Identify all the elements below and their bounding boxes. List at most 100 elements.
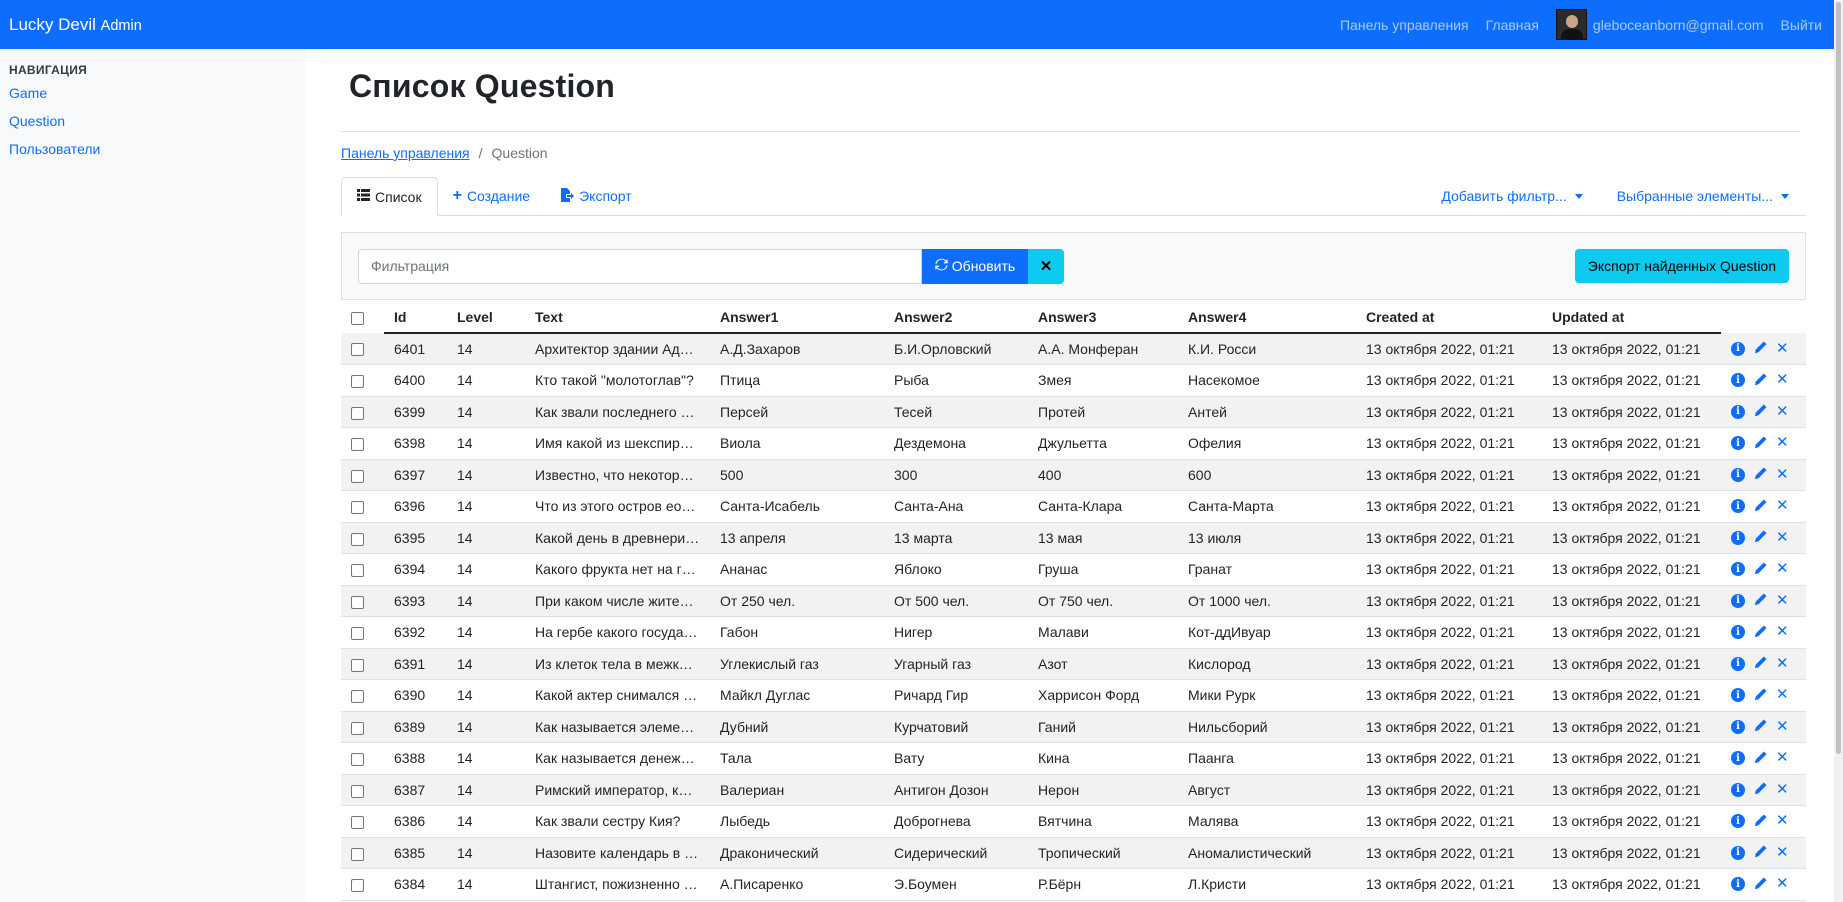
tab-list[interactable]: Список bbox=[341, 177, 438, 216]
nav-link-dashboard[interactable]: Панель управления bbox=[1340, 17, 1469, 33]
info-circle-icon[interactable]: i bbox=[1731, 341, 1745, 356]
info-circle-icon[interactable]: i bbox=[1731, 656, 1745, 671]
row-checkbox[interactable] bbox=[351, 690, 364, 704]
row-checkbox[interactable] bbox=[351, 406, 364, 420]
brand-logo[interactable]: Lucky Devil Admin bbox=[9, 15, 142, 35]
pencil-icon[interactable] bbox=[1754, 656, 1767, 671]
info-circle-icon[interactable]: i bbox=[1731, 751, 1745, 766]
close-icon[interactable]: ✕ bbox=[1776, 813, 1789, 828]
pencil-icon[interactable] bbox=[1754, 341, 1767, 356]
avatar[interactable] bbox=[1555, 9, 1587, 40]
close-icon[interactable]: ✕ bbox=[1776, 404, 1789, 419]
close-icon[interactable]: ✕ bbox=[1776, 593, 1789, 608]
row-checkbox[interactable] bbox=[351, 627, 364, 641]
info-circle-icon[interactable]: i bbox=[1731, 782, 1745, 797]
pencil-icon[interactable] bbox=[1754, 877, 1767, 892]
pencil-icon[interactable] bbox=[1754, 467, 1767, 482]
refresh-button[interactable]: Обновить bbox=[922, 248, 1028, 284]
pencil-icon[interactable] bbox=[1754, 562, 1767, 577]
export-found-button[interactable]: Экспорт найденных Question bbox=[1574, 249, 1789, 283]
close-icon[interactable]: ✕ bbox=[1776, 719, 1789, 734]
sidebar-item-users[interactable]: Пользователи bbox=[9, 141, 296, 157]
column-header-updated-at[interactable]: Updated at bbox=[1542, 301, 1721, 334]
pencil-icon[interactable] bbox=[1754, 688, 1767, 703]
info-circle-icon[interactable]: i bbox=[1731, 719, 1745, 734]
close-icon[interactable]: ✕ bbox=[1776, 498, 1789, 513]
row-checkbox[interactable] bbox=[351, 784, 364, 798]
row-checkbox[interactable] bbox=[351, 721, 364, 735]
close-icon[interactable]: ✕ bbox=[1776, 341, 1789, 356]
tab-export[interactable]: Экспорт bbox=[545, 177, 647, 215]
pencil-icon[interactable] bbox=[1754, 719, 1767, 734]
select-all-checkbox[interactable] bbox=[351, 311, 364, 325]
nav-link-logout[interactable]: Выйти bbox=[1781, 17, 1822, 33]
info-circle-icon[interactable]: i bbox=[1731, 530, 1745, 545]
info-circle-icon[interactable]: i bbox=[1731, 593, 1745, 608]
scrollbar-thumb[interactable] bbox=[1836, 2, 1841, 754]
row-checkbox[interactable] bbox=[351, 501, 364, 515]
pencil-icon[interactable] bbox=[1754, 530, 1767, 545]
pencil-icon[interactable] bbox=[1754, 593, 1767, 608]
close-icon[interactable]: ✕ bbox=[1776, 372, 1789, 387]
column-header-created-at[interactable]: Created at bbox=[1356, 301, 1542, 334]
close-icon[interactable]: ✕ bbox=[1776, 435, 1789, 450]
info-circle-icon[interactable]: i bbox=[1731, 467, 1745, 482]
row-checkbox[interactable] bbox=[351, 658, 364, 672]
pencil-icon[interactable] bbox=[1754, 373, 1767, 388]
add-filter-dropdown[interactable]: Добавить фильтр... bbox=[1424, 177, 1599, 215]
pencil-icon[interactable] bbox=[1754, 814, 1767, 829]
pencil-icon[interactable] bbox=[1754, 436, 1767, 451]
breadcrumb-dashboard-link[interactable]: Панель управления bbox=[341, 145, 470, 161]
column-header-id[interactable]: Id bbox=[384, 301, 447, 334]
info-circle-icon[interactable]: i bbox=[1731, 625, 1745, 640]
row-checkbox[interactable] bbox=[351, 532, 364, 546]
info-circle-icon[interactable]: i bbox=[1731, 814, 1745, 829]
info-circle-icon[interactable]: i bbox=[1731, 877, 1745, 892]
row-checkbox[interactable] bbox=[351, 595, 364, 609]
row-checkbox[interactable] bbox=[351, 564, 364, 578]
column-header-answer4[interactable]: Answer4 bbox=[1178, 301, 1356, 334]
close-icon[interactable]: ✕ bbox=[1776, 782, 1789, 797]
pencil-icon[interactable] bbox=[1754, 751, 1767, 766]
row-checkbox[interactable] bbox=[351, 847, 364, 861]
column-header-answer1[interactable]: Answer1 bbox=[710, 301, 884, 334]
column-header-level[interactable]: Level bbox=[447, 301, 525, 334]
nav-link-home[interactable]: Главная bbox=[1486, 17, 1539, 33]
info-circle-icon[interactable]: i bbox=[1731, 688, 1745, 703]
info-circle-icon[interactable]: i bbox=[1731, 373, 1745, 388]
close-icon[interactable]: ✕ bbox=[1776, 530, 1789, 545]
row-checkbox[interactable] bbox=[351, 879, 364, 893]
pencil-icon[interactable] bbox=[1754, 782, 1767, 797]
column-header-text[interactable]: Text bbox=[525, 301, 710, 334]
page-scrollbar[interactable] bbox=[1834, 0, 1843, 902]
selected-items-dropdown[interactable]: Выбранные элементы... bbox=[1600, 177, 1806, 215]
filter-input[interactable] bbox=[358, 248, 922, 284]
row-checkbox[interactable] bbox=[351, 375, 364, 389]
tab-create[interactable]: + Создание bbox=[438, 177, 546, 215]
info-circle-icon[interactable]: i bbox=[1731, 404, 1745, 419]
row-checkbox[interactable] bbox=[351, 438, 364, 452]
pencil-icon[interactable] bbox=[1754, 845, 1767, 860]
info-circle-icon[interactable]: i bbox=[1731, 845, 1745, 860]
close-icon[interactable]: ✕ bbox=[1776, 467, 1789, 482]
column-header-answer3[interactable]: Answer3 bbox=[1028, 301, 1178, 334]
close-icon[interactable]: ✕ bbox=[1776, 845, 1789, 860]
close-icon[interactable]: ✕ bbox=[1776, 656, 1789, 671]
row-checkbox[interactable] bbox=[351, 816, 364, 830]
row-checkbox[interactable] bbox=[351, 343, 364, 357]
row-checkbox[interactable] bbox=[351, 469, 364, 483]
row-checkbox[interactable] bbox=[351, 753, 364, 767]
sidebar-item-question[interactable]: Question bbox=[9, 113, 296, 129]
nav-user-email[interactable]: gleboceanborn@gmail.com bbox=[1593, 17, 1764, 33]
close-icon[interactable]: ✕ bbox=[1776, 561, 1789, 576]
info-circle-icon[interactable]: i bbox=[1731, 436, 1745, 451]
sidebar-item-game[interactable]: Game bbox=[9, 85, 296, 101]
clear-filter-button[interactable]: ✕ bbox=[1028, 248, 1064, 284]
close-icon[interactable]: ✕ bbox=[1776, 624, 1789, 639]
close-icon[interactable]: ✕ bbox=[1776, 750, 1789, 765]
close-icon[interactable]: ✕ bbox=[1776, 876, 1789, 891]
info-circle-icon[interactable]: i bbox=[1731, 499, 1745, 514]
close-icon[interactable]: ✕ bbox=[1776, 687, 1789, 702]
pencil-icon[interactable] bbox=[1754, 499, 1767, 514]
info-circle-icon[interactable]: i bbox=[1731, 562, 1745, 577]
